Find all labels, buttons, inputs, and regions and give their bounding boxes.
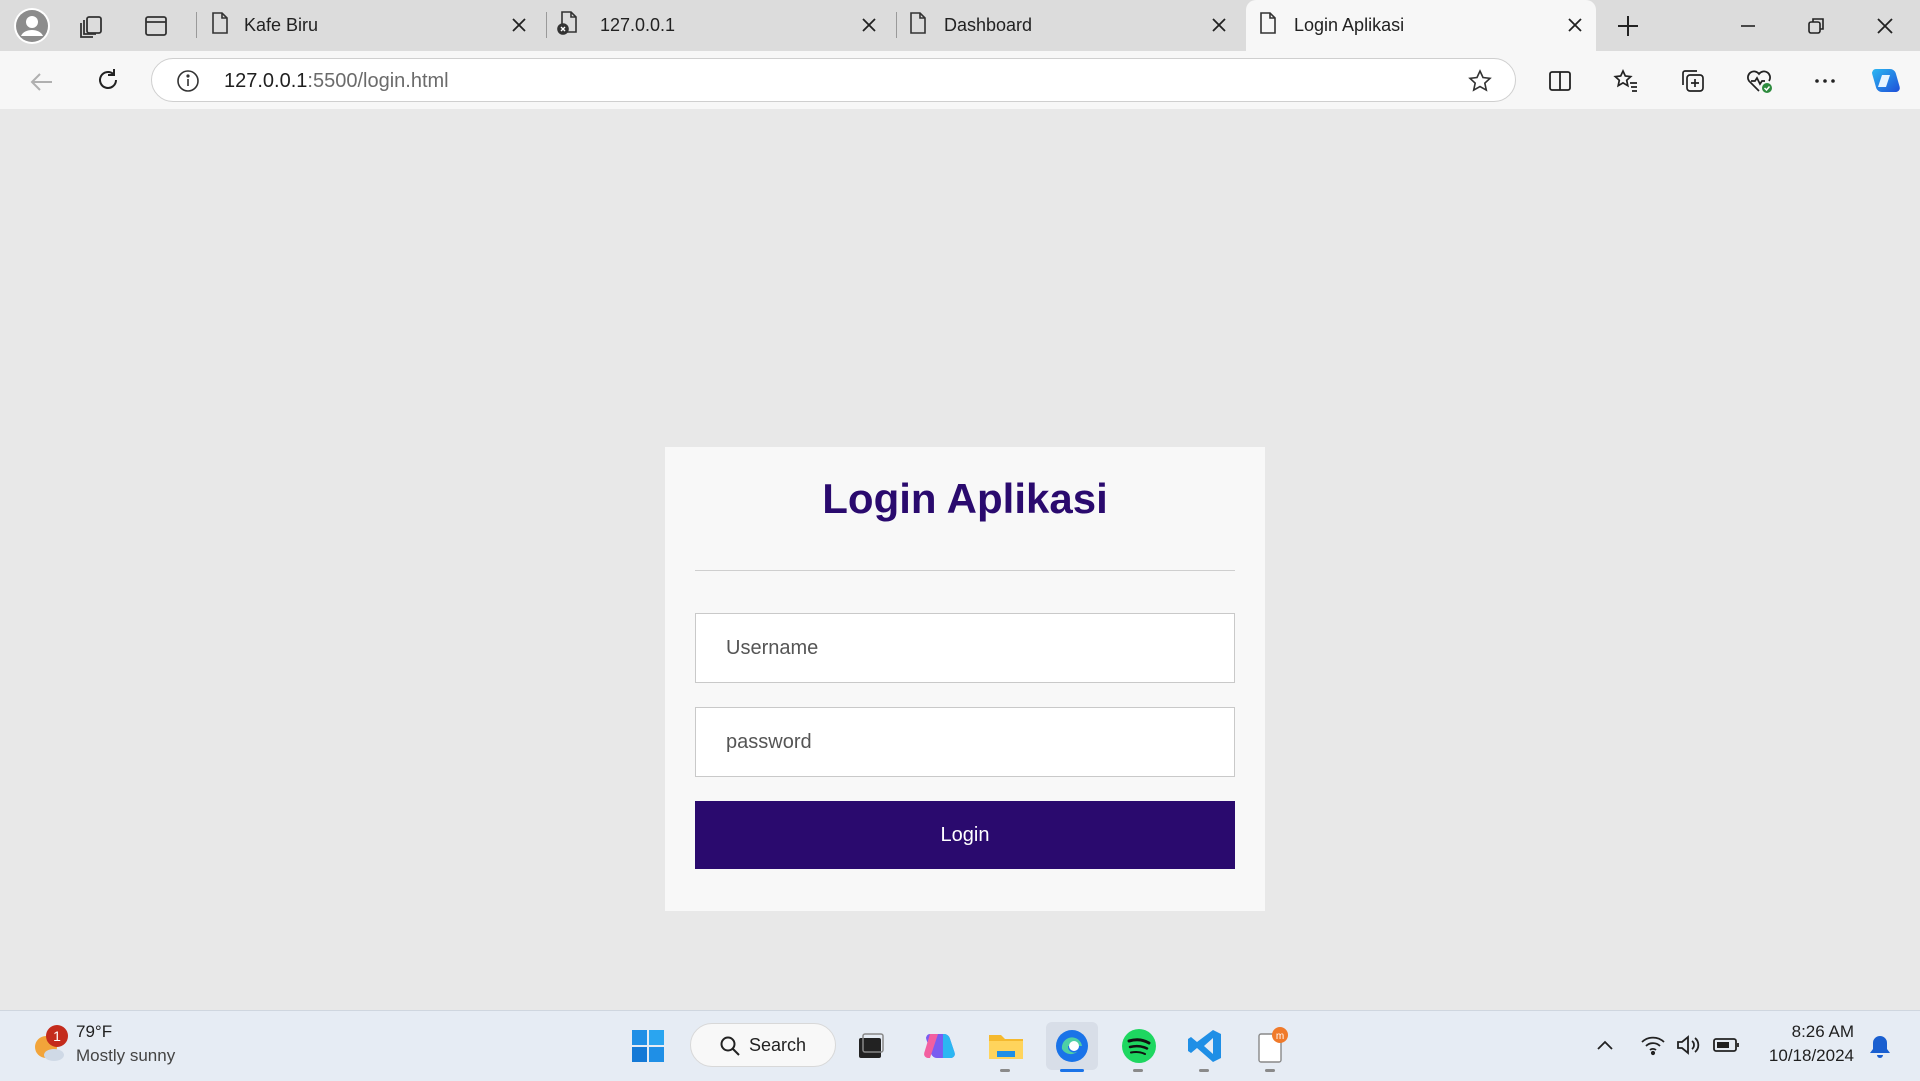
running-indicator xyxy=(1199,1069,1209,1072)
spotify-icon[interactable] xyxy=(1113,1022,1165,1072)
wifi-icon[interactable] xyxy=(1640,1033,1666,1057)
refresh-icon[interactable] xyxy=(94,66,122,94)
search-icon xyxy=(719,1035,741,1057)
notification-bell-icon[interactable] xyxy=(1868,1033,1892,1059)
divider xyxy=(695,570,1235,571)
clock-date[interactable]: 10/18/2024 xyxy=(1754,1046,1854,1066)
back-icon[interactable] xyxy=(28,68,56,96)
tab-kafe-biru[interactable]: Kafe Biru xyxy=(200,0,540,51)
weather-badge: 1 xyxy=(46,1025,68,1047)
tab-title: Login Aplikasi xyxy=(1294,15,1405,35)
restore-icon[interactable] xyxy=(1804,14,1828,38)
page-error-icon xyxy=(556,10,580,41)
split-screen-icon[interactable] xyxy=(1546,67,1574,95)
page-icon xyxy=(908,11,928,40)
clock-time[interactable]: 8:26 AM xyxy=(1780,1022,1854,1042)
page-viewport: Login Aplikasi Login xyxy=(5,111,1915,1006)
close-icon[interactable] xyxy=(1564,14,1586,36)
password-field[interactable] xyxy=(695,707,1235,777)
favorite-star-icon[interactable] xyxy=(1467,68,1493,94)
new-tab-icon[interactable] xyxy=(1614,12,1642,40)
tab-actions-icon[interactable] xyxy=(142,12,170,40)
tab-title: Kafe Biru xyxy=(244,15,319,35)
close-icon[interactable] xyxy=(1208,14,1230,36)
taskbar: 1 79°F Mostly sunny Search m 8:26 AM 10/… xyxy=(0,1010,1920,1081)
taskbar-search[interactable]: Search xyxy=(690,1023,836,1067)
tab-login-aplikasi[interactable]: Login Aplikasi xyxy=(1246,0,1596,51)
url-host: 127.0.0.1 xyxy=(224,70,308,92)
address-bar[interactable]: 127.0.0.1:5500/login.html xyxy=(151,58,1516,102)
copilot-icon[interactable] xyxy=(1868,63,1904,99)
weather-temperature: 79°F xyxy=(76,1022,113,1041)
volume-icon[interactable] xyxy=(1675,1033,1703,1057)
login-card: Login Aplikasi Login xyxy=(665,447,1265,911)
battery-icon[interactable] xyxy=(1712,1033,1742,1057)
close-window-icon[interactable] xyxy=(1873,14,1897,38)
page-icon xyxy=(210,11,230,40)
username-input[interactable] xyxy=(696,614,1234,682)
tab-title: 127.0.0.1 xyxy=(600,15,676,35)
login-button[interactable]: Login xyxy=(695,801,1235,869)
url-text[interactable]: 127.0.0.1:5500/login.html xyxy=(224,70,449,93)
minimize-icon[interactable] xyxy=(1736,14,1760,38)
tab-localhost[interactable]: 127.0.0.1 xyxy=(550,0,890,51)
notepad-icon[interactable]: m xyxy=(1245,1022,1297,1072)
profile-icon[interactable] xyxy=(14,8,50,44)
tab-title: Dashboard xyxy=(944,15,1033,35)
login-title: Login Aplikasi xyxy=(822,475,1108,522)
running-indicator xyxy=(1133,1069,1143,1072)
weather-description: Mostly sunny xyxy=(76,1046,176,1065)
password-input[interactable] xyxy=(696,708,1234,776)
site-info-icon[interactable] xyxy=(176,69,200,93)
running-indicator xyxy=(1000,1069,1010,1072)
copilot-app-icon[interactable] xyxy=(914,1022,966,1070)
favorites-icon[interactable] xyxy=(1612,67,1640,95)
browser-essentials-icon[interactable] xyxy=(1745,67,1775,95)
edge-icon[interactable] xyxy=(1046,1022,1098,1072)
browser-toolbar: 127.0.0.1:5500/login.html xyxy=(0,51,1920,109)
running-indicator xyxy=(1265,1069,1275,1072)
tab-dashboard[interactable]: Dashboard xyxy=(900,0,1240,51)
weather-icon[interactable]: 1 xyxy=(30,1025,70,1067)
start-icon[interactable] xyxy=(622,1022,674,1070)
task-view-icon[interactable] xyxy=(845,1022,897,1070)
username-field[interactable] xyxy=(695,613,1235,683)
active-indicator xyxy=(1060,1069,1084,1072)
page-icon xyxy=(1258,11,1278,40)
svg-text:m: m xyxy=(1276,1031,1284,1042)
close-icon[interactable] xyxy=(858,14,880,36)
vscode-icon[interactable] xyxy=(1179,1022,1231,1072)
tab-strip: Kafe Biru 127.0.0.1 Dashboard Login Apli… xyxy=(0,0,1920,51)
chevron-up-icon[interactable] xyxy=(1594,1035,1616,1057)
collections-icon[interactable] xyxy=(1679,67,1707,95)
close-icon[interactable] xyxy=(508,14,530,36)
url-path: :5500/login.html xyxy=(307,70,449,92)
search-label: Search xyxy=(749,1035,807,1055)
workspaces-icon[interactable] xyxy=(78,12,106,40)
file-explorer-icon[interactable] xyxy=(980,1022,1032,1072)
more-options-icon[interactable] xyxy=(1811,67,1839,95)
